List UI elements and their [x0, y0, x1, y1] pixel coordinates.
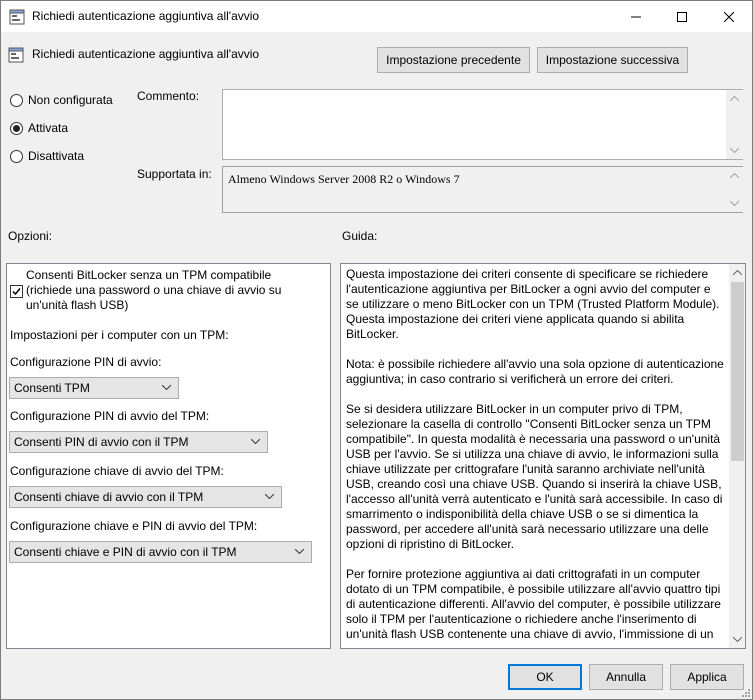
- minimize-icon: [631, 16, 641, 17]
- title-bar[interactable]: Richiedi autenticazione aggiuntiva all'a…: [1, 1, 752, 32]
- tpm-key-pin-select[interactable]: Consenti chiave e PIN di avvio con il TP…: [9, 541, 312, 563]
- maximize-button[interactable]: [659, 1, 705, 32]
- chevron-down-icon: [265, 494, 274, 499]
- chevron-down-icon: [162, 385, 171, 390]
- supported-value: Almeno Windows Server 2008 R2 o Windows …: [228, 172, 460, 186]
- select-value: Consenti TPM: [14, 381, 90, 395]
- previous-setting-button[interactable]: Impostazione precedente: [377, 47, 530, 73]
- scroll-down-arrow[interactable]: [729, 631, 745, 648]
- options-title: Opzioni:: [8, 229, 53, 243]
- tpm-section-label: Impostazioni per i computer con un TPM:: [10, 328, 229, 342]
- ok-button[interactable]: OK: [508, 664, 582, 690]
- radio-button[interactable]: [10, 93, 23, 107]
- maximize-icon: [677, 11, 687, 22]
- radio-not-configured[interactable]: Non configurata: [10, 92, 113, 108]
- allow-without-tpm-label-2: (richiede una password o una chiave di a…: [26, 283, 282, 297]
- tpm-pin-label: Configurazione PIN di avvio del TPM:: [10, 409, 210, 423]
- comment-scrollbar[interactable]: [726, 90, 743, 159]
- radio-disabled[interactable]: Disattivata: [10, 148, 84, 164]
- select-value: Consenti chiave di avvio con il TPM: [14, 490, 204, 504]
- help-panel: Questa impostazione dei criteri consente…: [340, 263, 746, 649]
- supported-field: Almeno Windows Server 2008 R2 o Windows …: [222, 166, 743, 213]
- tpm-key-label: Configurazione chiave di avvio del TPM:: [10, 464, 224, 478]
- options-panel: Consenti BitLocker senza un TPM compatib…: [6, 263, 331, 649]
- setting-icon: [8, 47, 24, 63]
- checkmark-icon: [12, 288, 21, 296]
- chevron-up-icon: [730, 173, 739, 178]
- scroll-up-arrow[interactable]: [729, 264, 745, 281]
- radio-label: Attivata: [28, 121, 69, 135]
- chevron-down-icon: [251, 439, 260, 444]
- supported-scrollbar[interactable]: [726, 167, 743, 212]
- select-value: Consenti PIN di avvio con il TPM: [14, 435, 189, 449]
- scroll-down-arrow[interactable]: [726, 142, 743, 159]
- help-text: Questa impostazione dei criteri consente…: [346, 267, 724, 648]
- select-value: Consenti chiave e PIN di avvio con il TP…: [14, 545, 237, 559]
- startup-pin-label: Configurazione PIN di avvio:: [10, 355, 162, 369]
- tpm-pin-select[interactable]: Consenti PIN di avvio con il TPM: [9, 431, 268, 453]
- help-paragraph: Se si desidera utilizzare BitLocker in u…: [346, 402, 723, 551]
- allow-without-tpm-checkbox[interactable]: [10, 285, 23, 298]
- checkbox-box[interactable]: [10, 285, 23, 298]
- radio-enabled[interactable]: Attivata: [10, 120, 68, 136]
- next-setting-button[interactable]: Impostazione successiva: [537, 47, 688, 73]
- tpm-key-select[interactable]: Consenti chiave di avvio con il TPM: [9, 486, 282, 508]
- chevron-down-icon: [295, 549, 304, 554]
- radio-label: Non configurata: [28, 93, 113, 107]
- startup-pin-select[interactable]: Consenti TPM: [9, 377, 179, 399]
- minimize-button[interactable]: [613, 1, 659, 32]
- policy-settings-icon: [9, 9, 25, 25]
- apply-button[interactable]: Applica: [670, 664, 744, 690]
- help-paragraph: Questa impostazione dei criteri consente…: [346, 267, 720, 341]
- resize-grip-icon[interactable]: [739, 686, 751, 698]
- allow-without-tpm-label-3: un'unità flash USB): [26, 298, 129, 312]
- comment-textarea[interactable]: [222, 89, 743, 160]
- chevron-down-icon: [730, 201, 739, 206]
- radio-button[interactable]: [10, 149, 23, 163]
- help-title: Guida:: [342, 229, 378, 243]
- scroll-up-arrow[interactable]: [726, 90, 743, 107]
- window-title: Richiedi autenticazione aggiuntiva all'a…: [32, 9, 260, 23]
- help-scrollbar[interactable]: [729, 264, 745, 648]
- chevron-down-icon: [733, 637, 742, 642]
- help-paragraph: Nota: è possibile richiedere all'avvio u…: [346, 357, 724, 386]
- policy-dialog: Richiedi autenticazione aggiuntiva all'a…: [0, 0, 753, 700]
- help-paragraph: Per fornire protezione aggiuntiva ai dat…: [346, 567, 721, 641]
- cancel-button[interactable]: Annulla: [589, 664, 663, 690]
- chevron-up-icon: [733, 270, 742, 275]
- scroll-up-arrow[interactable]: [726, 167, 743, 184]
- allow-without-tpm-label-1: Consenti BitLocker senza un TPM compatib…: [26, 268, 272, 282]
- scroll-thumb[interactable]: [731, 282, 744, 461]
- close-button[interactable]: [706, 1, 752, 32]
- scroll-down-arrow[interactable]: [726, 195, 743, 212]
- chevron-up-icon: [730, 96, 739, 101]
- supported-label: Supportata in:: [137, 167, 212, 181]
- close-icon: [724, 11, 734, 22]
- tpm-key-pin-label: Configurazione chiave e PIN di avvio del…: [10, 519, 258, 533]
- radio-label: Disattivata: [28, 149, 85, 163]
- radio-button[interactable]: [10, 121, 23, 135]
- setting-name: Richiedi autenticazione aggiuntiva all'a…: [32, 47, 260, 61]
- comment-label: Commento:: [137, 89, 200, 103]
- chevron-down-icon: [730, 148, 739, 153]
